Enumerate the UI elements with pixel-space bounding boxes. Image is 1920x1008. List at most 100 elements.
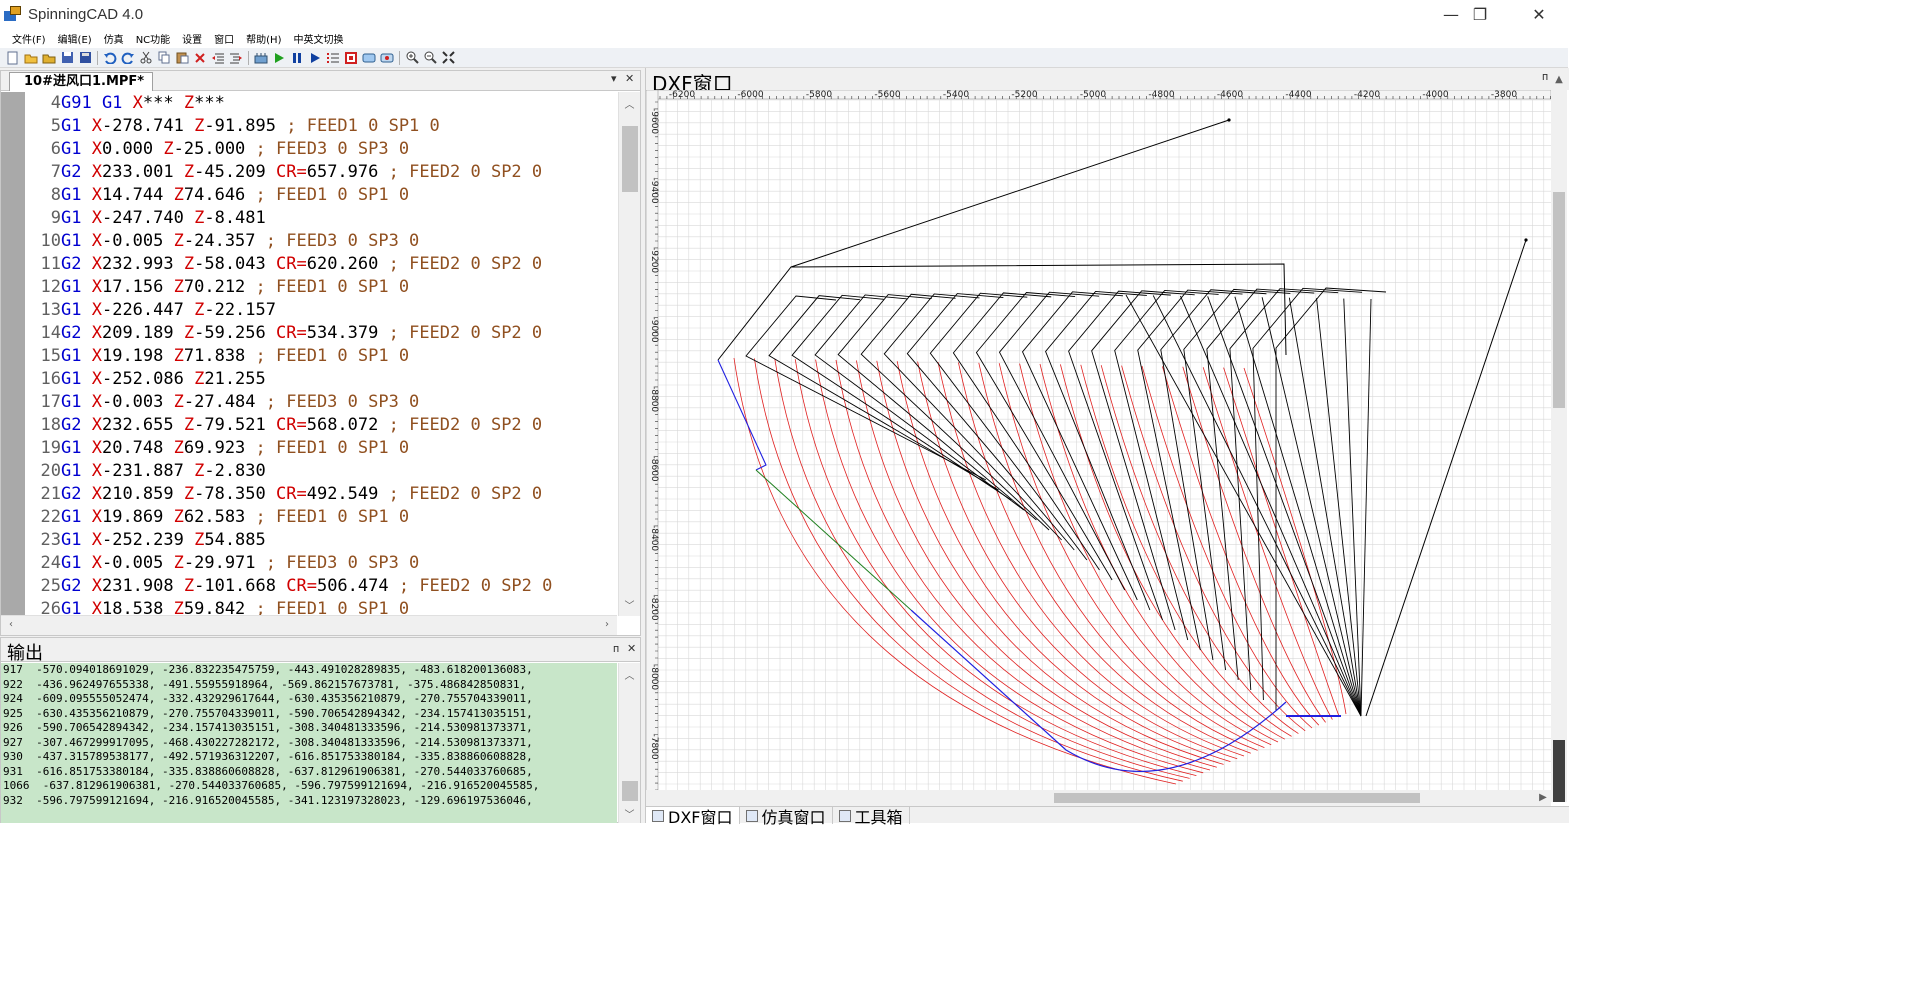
simulate-icon[interactable] xyxy=(252,50,270,66)
menu-window[interactable]: 窗口 xyxy=(208,31,240,46)
paste-icon[interactable] xyxy=(173,50,191,66)
view2-icon[interactable] xyxy=(378,50,396,66)
code-token: X xyxy=(91,461,102,481)
code-token: Z xyxy=(173,553,184,573)
list-icon[interactable] xyxy=(324,50,342,66)
open-file-icon[interactable] xyxy=(22,50,40,66)
code-line[interactable]: 12G1 X17.156 Z70.212 ; FEED1 0 SP1 0 xyxy=(25,276,617,299)
fit-icon[interactable] xyxy=(439,50,457,66)
code-token: 534.379 xyxy=(306,323,389,343)
dxf-drawing[interactable]: -6200 -6000 -5800 -5600 -5400 -5200 -5000 -4800… xyxy=(645,89,1552,829)
scroll-left-icon[interactable]: ‹ xyxy=(1,619,21,630)
menu-settings[interactable]: 设置 xyxy=(176,31,208,46)
editor-vertical-scrollbar[interactable]: ︿ ﹀ xyxy=(618,92,640,616)
code-token: ; FEED1 0 SP1 0 xyxy=(286,116,440,136)
tab-dxf[interactable]: DXF窗口 xyxy=(646,807,740,827)
scroll-up-icon[interactable]: ︿ xyxy=(619,667,640,682)
code-line[interactable]: 25G2 X231.908 Z-101.668 CR=506.474 ; FEE… xyxy=(25,575,617,598)
code-line[interactable]: 20G1 X-231.887 Z-2.830 xyxy=(25,460,617,483)
pause-icon[interactable] xyxy=(288,50,306,66)
maximize-button[interactable]: ❐ xyxy=(1451,0,1509,28)
code-text-area[interactable]: 4G91 G1 X*** Z*** 5G1 X-278.741 Z-91.895 … xyxy=(1,92,617,616)
editor-horizontal-scrollbar[interactable]: ‹ › xyxy=(1,615,617,635)
tab-simulation[interactable]: 仿真窗口 xyxy=(740,807,833,827)
code-line[interactable]: 14G2 X209.189 Z-59.256 CR=534.379 ; FEED… xyxy=(25,322,617,345)
close-tab-icon[interactable]: ✕ xyxy=(625,72,634,85)
play-icon[interactable] xyxy=(270,50,288,66)
code-line[interactable]: 17G1 X-0.003 Z-27.484 ; FEED3 0 SP3 0 xyxy=(25,391,617,414)
dxf-canvas[interactable]: -6200 -6000 -5800 -5600 -5400 -5200 -5000 -4800… xyxy=(645,89,1552,829)
step-icon[interactable] xyxy=(306,50,324,66)
close-output-icon[interactable]: ✕ xyxy=(627,642,636,655)
code-token: X xyxy=(91,599,102,616)
code-line[interactable]: 26G1 X18.538 Z59.842 ; FEED1 0 SP1 0 xyxy=(25,598,617,616)
pin-icon[interactable]: ᴨ xyxy=(613,642,619,655)
code-line[interactable]: 4G91 G1 X*** Z*** xyxy=(25,92,617,115)
menu-language[interactable]: 中英文切换 xyxy=(287,31,349,46)
code-line[interactable]: 9G1 X-247.740 Z-8.481 xyxy=(25,207,617,230)
save-icon[interactable] xyxy=(58,50,76,66)
pin-icon[interactable]: ᴨ xyxy=(1542,70,1548,83)
ruler-top-label: -5600 xyxy=(874,90,900,100)
code-token: 492.549 xyxy=(306,484,389,504)
stop-icon[interactable] xyxy=(342,50,360,66)
code-line[interactable]: 16G1 X-252.086 Z21.255 xyxy=(25,368,617,391)
delete-icon[interactable] xyxy=(191,50,209,66)
scroll-right-icon[interactable]: › xyxy=(597,619,617,630)
close-window-button[interactable]: ✕ xyxy=(1510,0,1568,28)
menu-help[interactable]: 帮助(H) xyxy=(240,31,287,46)
code-line[interactable]: 6G1 X0.000 Z-25.000 ; FEED3 0 SP3 0 xyxy=(25,138,617,161)
ruler-left-label: -8400 xyxy=(649,525,659,551)
scroll-thumb[interactable] xyxy=(622,126,638,192)
code-line[interactable]: 13G1 X-226.447 Z-22.157 xyxy=(25,299,617,322)
code-line[interactable]: 11G2 X232.993 Z-58.043 CR=620.260 ; FEED… xyxy=(25,253,617,276)
save-all-icon[interactable] xyxy=(76,50,94,66)
code-line[interactable]: 10G1 X-0.005 Z-24.357 ; FEED3 0 SP3 0 xyxy=(25,230,617,253)
code-line[interactable]: 18G2 X232.655 Z-79.521 CR=568.072 ; FEED… xyxy=(25,414,617,437)
scroll-thumb[interactable] xyxy=(622,781,638,801)
line-number: 18 xyxy=(40,415,61,435)
scroll-up-icon[interactable]: ▲ xyxy=(1551,74,1567,85)
scroll-right-icon[interactable]: ▶ xyxy=(1535,792,1551,803)
code-token: ; FEED2 0 SP2 0 xyxy=(388,484,543,504)
code-line[interactable]: 8G1 X14.744 Z74.646 ; FEED1 0 SP1 0 xyxy=(25,184,617,207)
output-scrollbar[interactable]: ︿ ﹀ xyxy=(618,663,640,823)
zoom-out-icon[interactable] xyxy=(421,50,439,66)
cut-icon[interactable] xyxy=(137,50,155,66)
menu-nc[interactable]: NC功能 xyxy=(130,31,176,46)
scroll-down-icon[interactable]: ﹀ xyxy=(619,806,640,821)
menu-file[interactable]: 文件(F) xyxy=(6,31,52,46)
code-line[interactable]: 21G2 X210.859 Z-78.350 CR=492.549 ; FEED… xyxy=(25,483,617,506)
indent-icon[interactable] xyxy=(227,50,245,66)
tab-dropdown-icon[interactable]: ▾ xyxy=(611,72,617,85)
scroll-up-icon[interactable]: ︿ xyxy=(619,96,640,111)
outdent-icon[interactable] xyxy=(209,50,227,66)
scroll-thumb[interactable] xyxy=(1553,192,1565,408)
code-line[interactable]: 7G2 X233.001 Z-45.209 CR=657.976 ; FEED2… xyxy=(25,161,617,184)
zoom-slider[interactable] xyxy=(1553,740,1565,802)
code-line[interactable]: 5G1 X-278.741 Z-91.895 ; FEED1 0 SP1 0 xyxy=(25,115,617,138)
bottom-tabstrip: DXF窗口 仿真窗口 工具箱 xyxy=(646,806,1569,827)
code-line[interactable]: 19G1 X20.748 Z69.923 ; FEED1 0 SP1 0 xyxy=(25,437,617,460)
open-folder-icon[interactable] xyxy=(40,50,58,66)
code-token: Z xyxy=(173,599,184,616)
copy-icon[interactable] xyxy=(155,50,173,66)
zoom-in-icon[interactable] xyxy=(403,50,421,66)
view-icon[interactable] xyxy=(360,50,378,66)
redo-icon[interactable] xyxy=(119,50,137,66)
code-line[interactable]: 23G1 X-252.239 Z54.885 xyxy=(25,529,617,552)
dxf-vertical-scrollbar[interactable]: ▲ xyxy=(1551,72,1567,802)
menu-simulate[interactable]: 仿真 xyxy=(98,31,130,46)
new-file-icon[interactable] xyxy=(4,50,22,66)
scroll-thumb[interactable] xyxy=(1054,793,1420,803)
code-token: ; FEED1 0 SP1 0 xyxy=(255,599,410,616)
code-line[interactable]: 15G1 X19.198 Z71.838 ; FEED1 0 SP1 0 xyxy=(25,345,617,368)
code-token: -27.484 xyxy=(183,392,266,412)
menu-edit[interactable]: 编辑(E) xyxy=(52,31,98,46)
undo-icon[interactable] xyxy=(101,50,119,66)
file-tab[interactable]: 10#进风口1.MPF* xyxy=(9,72,154,91)
code-line[interactable]: 22G1 X19.869 Z62.583 ; FEED1 0 SP1 0 xyxy=(25,506,617,529)
tab-toolbox[interactable]: 工具箱 xyxy=(833,807,910,827)
code-line[interactable]: 24G1 X-0.005 Z-29.971 ; FEED3 0 SP3 0 xyxy=(25,552,617,575)
scroll-down-icon[interactable]: ﹀ xyxy=(619,597,640,612)
